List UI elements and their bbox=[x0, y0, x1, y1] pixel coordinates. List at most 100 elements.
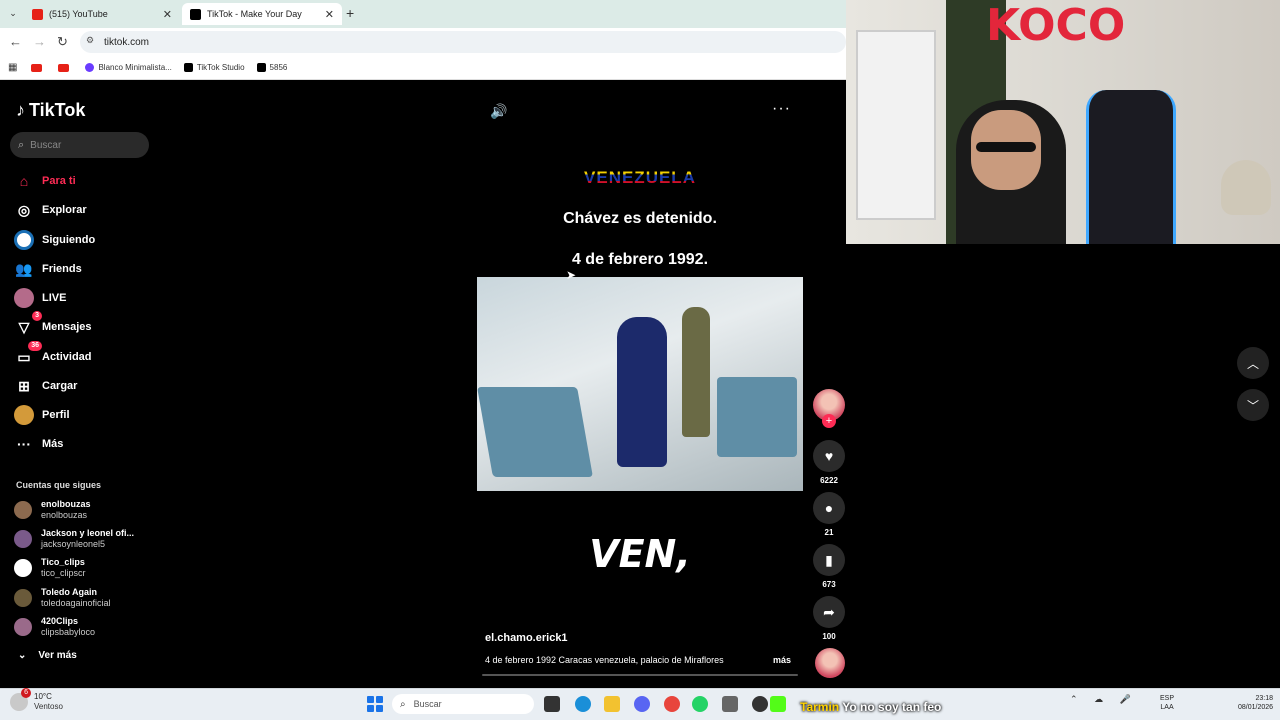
tab-label: TikTok - Make Your Day bbox=[207, 9, 302, 19]
url-text: tiktok.com bbox=[104, 36, 150, 48]
tab-tiktok[interactable]: TikTok - Make Your Day ✕ bbox=[182, 3, 342, 25]
tiktok-logo[interactable]: ♪ TikTok bbox=[16, 100, 85, 121]
taskbar-search[interactable]: ⌕ Buscar bbox=[392, 694, 534, 714]
gaming-chair bbox=[1086, 90, 1176, 244]
shelf bbox=[856, 30, 936, 220]
edge-icon[interactable] bbox=[575, 696, 591, 712]
video-title-overlay: VENEZUELA bbox=[477, 168, 803, 188]
man-figure bbox=[617, 317, 667, 467]
nav-actividad[interactable]: ▭ 36 Actividad bbox=[14, 341, 154, 369]
follow-plus-icon[interactable]: + bbox=[822, 414, 836, 428]
chevron-up-icon[interactable]: ⌃ bbox=[1070, 694, 1078, 704]
search-icon: ⌕ bbox=[400, 698, 406, 710]
nav-friends[interactable]: 👥 Friends bbox=[14, 257, 154, 281]
bookmark-canva[interactable]: Blanco Minimalista... bbox=[85, 63, 172, 72]
chevron-down-icon: ﹀ bbox=[1246, 398, 1259, 413]
tiktok-icon bbox=[190, 8, 201, 20]
activity-icon: ▭ 36 bbox=[14, 341, 42, 367]
upload-icon: ⊞ bbox=[18, 377, 30, 394]
sunglasses bbox=[976, 142, 1036, 152]
activity-badge: 36 bbox=[28, 341, 42, 351]
close-icon[interactable]: ✕ bbox=[325, 8, 334, 21]
weather-badge: 6 bbox=[21, 688, 31, 698]
see-more-button[interactable]: ⌄ Ver más bbox=[18, 650, 77, 661]
chat-username: Tarmin bbox=[800, 700, 840, 714]
save-count: 673 bbox=[822, 580, 836, 589]
nav-live[interactable]: LIVE bbox=[14, 286, 154, 310]
tab-label: (515) YouTube bbox=[49, 9, 108, 19]
url-field[interactable]: tiktok.com bbox=[80, 31, 846, 53]
bookmark-5856[interactable]: 5856 bbox=[256, 63, 287, 72]
followed-account[interactable]: Jackson y leonel ofi... jacksoynleonel5 bbox=[14, 525, 154, 553]
language-indicator[interactable]: ESP LAA bbox=[1160, 694, 1174, 712]
nav-para-ti[interactable]: ⌂ Para ti bbox=[14, 169, 154, 193]
clock[interactable]: 23:18 08/01/2026 bbox=[1238, 694, 1273, 712]
start-button[interactable] bbox=[367, 696, 383, 712]
video-subtitle: VEN, bbox=[589, 532, 691, 576]
search-input[interactable] bbox=[30, 139, 141, 151]
file-explorer-icon[interactable] bbox=[604, 696, 620, 712]
comment-count: 21 bbox=[824, 528, 834, 537]
followed-account[interactable]: Toledo Again toledoagainoficial bbox=[14, 584, 154, 612]
chevron-up-icon: ︿ bbox=[1246, 356, 1259, 371]
search-box[interactable]: ⌕ bbox=[10, 132, 149, 158]
save-button[interactable]: ▮ bbox=[813, 544, 845, 576]
weather-widget[interactable]: 6 10°C Ventoso bbox=[10, 688, 63, 712]
tiktok-icon bbox=[256, 63, 266, 72]
following-section-title: Cuentas que sigues bbox=[16, 480, 102, 490]
network-icon[interactable]: ☁ bbox=[1094, 694, 1103, 704]
followed-account[interactable]: enolbouzas enolbouzas bbox=[14, 496, 154, 524]
volume-icon[interactable]: 🔊 bbox=[490, 103, 507, 120]
video-author[interactable]: el.chamo.erick1 bbox=[485, 632, 568, 644]
clock-date: 08/01/2026 bbox=[1238, 704, 1274, 711]
messages-icon: ▽ 3 bbox=[14, 311, 42, 337]
followed-account[interactable]: Tico_clips tico_clipscr bbox=[14, 554, 154, 582]
bookmark-youtube-1[interactable] bbox=[31, 63, 46, 72]
system-tray[interactable]: ⌃ ☁ 🎤 bbox=[1070, 694, 1131, 705]
profile-icon bbox=[14, 405, 34, 425]
nav-cargar[interactable]: ⊞ Cargar bbox=[14, 374, 154, 398]
tab-youtube[interactable]: (515) YouTube ✕ bbox=[24, 3, 180, 25]
followed-account[interactable]: 420Clips clipsbabyloco bbox=[14, 613, 154, 641]
kick-icon[interactable] bbox=[770, 696, 786, 712]
tiktok-icon bbox=[183, 63, 193, 72]
obs-icon[interactable] bbox=[752, 696, 768, 712]
apps-grid-icon[interactable]: ▦ bbox=[8, 62, 17, 73]
bookmark-youtube-2[interactable] bbox=[58, 63, 73, 72]
description-more-button[interactable]: más bbox=[773, 655, 791, 665]
share-button[interactable]: ➦ bbox=[813, 596, 845, 628]
discord-icon[interactable] bbox=[634, 696, 650, 712]
hospital-bed bbox=[477, 387, 593, 477]
search-icon: ⌕ bbox=[18, 138, 25, 151]
back-icon[interactable]: ← bbox=[9, 34, 22, 49]
tiktok-note-icon: ♪ bbox=[16, 100, 25, 120]
previous-video-button[interactable]: ︿ bbox=[1237, 347, 1269, 379]
whatsapp-icon[interactable] bbox=[692, 696, 708, 712]
close-icon[interactable]: ✕ bbox=[163, 8, 172, 21]
tab-search-chevron-icon[interactable]: ⌄ bbox=[6, 6, 20, 20]
new-tab-button[interactable]: + bbox=[346, 5, 354, 21]
video-progress-bar[interactable] bbox=[482, 674, 798, 676]
mic-icon[interactable]: 🎤 bbox=[1120, 694, 1131, 704]
site-info-icon[interactable]: ⚙ bbox=[86, 35, 94, 46]
weather-icon: 6 bbox=[10, 688, 31, 711]
task-view-icon[interactable] bbox=[544, 696, 560, 712]
more-options-icon[interactable]: ··· bbox=[772, 100, 791, 118]
nav-perfil[interactable]: Perfil bbox=[14, 403, 154, 427]
next-video-button[interactable]: ﹀ bbox=[1237, 389, 1269, 421]
comment-button[interactable]: ● bbox=[813, 492, 845, 524]
nav-explorar[interactable]: ◎ Explorar bbox=[14, 198, 154, 222]
like-button[interactable]: ♥ bbox=[813, 440, 845, 472]
canva-icon bbox=[85, 63, 95, 72]
snipping-tool-icon[interactable] bbox=[722, 696, 738, 712]
bookmark-tiktok-studio[interactable]: TikTok Studio bbox=[183, 63, 245, 72]
music-disc-avatar[interactable] bbox=[815, 648, 845, 678]
compass-icon: ◎ bbox=[17, 201, 31, 218]
nav-mensajes[interactable]: ▽ 3 Mensajes bbox=[14, 311, 154, 339]
reload-icon[interactable]: ↻ bbox=[57, 34, 68, 50]
nav-siguiendo[interactable]: Siguiendo bbox=[14, 228, 154, 252]
forward-icon[interactable]: → bbox=[33, 34, 46, 49]
live-icon bbox=[14, 288, 34, 308]
nav-mas[interactable]: ··· Más bbox=[14, 432, 154, 456]
chrome-icon[interactable] bbox=[664, 696, 680, 712]
